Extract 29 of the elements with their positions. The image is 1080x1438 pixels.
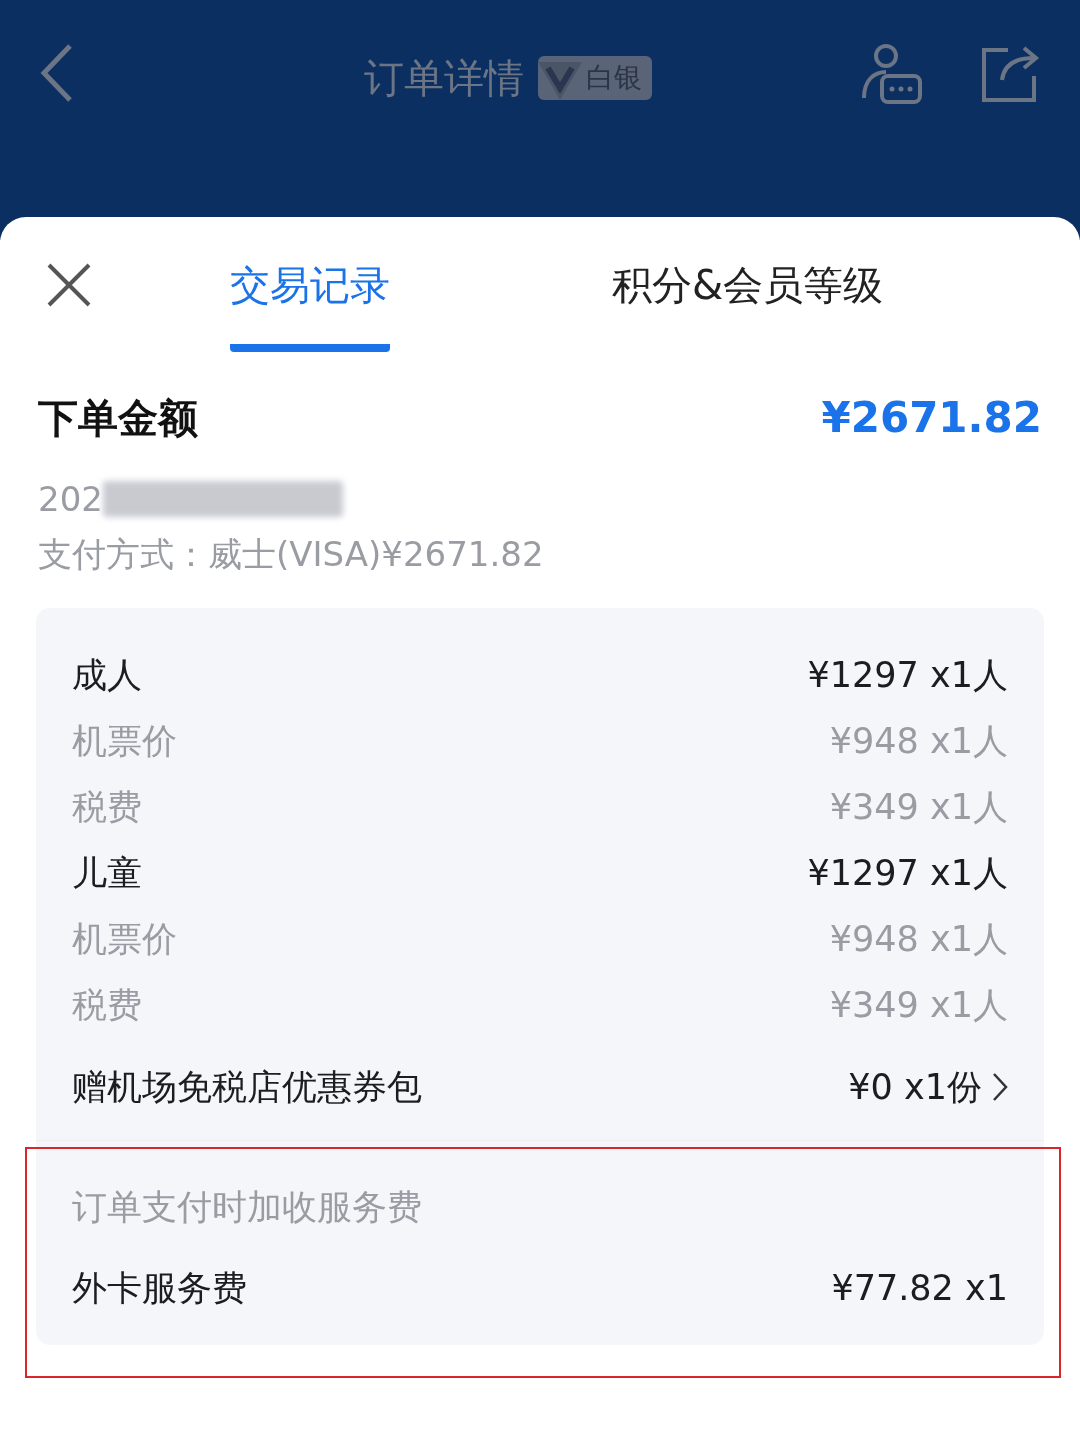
chevron-right-icon[interactable] [992, 1072, 1008, 1102]
item-label: 机票价 [72, 917, 177, 961]
item-price: ¥349 x1人 [829, 785, 1008, 829]
order-date: 202 [38, 477, 103, 521]
item-label: 成人 [72, 653, 142, 697]
item-label: 税费 [72, 983, 142, 1027]
order-amount: ¥2671.82 [821, 392, 1042, 444]
item-label: 机票价 [72, 719, 177, 763]
tab[interactable]: 积分&会员等级 [612, 217, 884, 352]
item-price: ¥349 x1人 [829, 983, 1008, 1027]
item-label: 儿童 [72, 851, 142, 895]
item-label: 赠机场免税店优惠券包 [72, 1065, 422, 1109]
item-label: 外卡服务费 [72, 1266, 247, 1310]
payment-method: 支付方式：威士(VISA)¥2671.82 [38, 533, 545, 576]
item-price: ¥948 x1人 [829, 719, 1008, 763]
fee-note: 订单支付时加收服务费 [72, 1185, 422, 1229]
customer-service-icon[interactable] [860, 42, 924, 106]
item-price: ¥1297 x1人 [807, 851, 1008, 895]
page-title: 订单详情 [364, 54, 524, 103]
item-price: ¥0 x1份 [848, 1065, 982, 1109]
item-price: ¥77.82 x1 [831, 1266, 1008, 1310]
item-label: 税费 [72, 785, 142, 829]
back-icon[interactable] [40, 42, 74, 104]
tab[interactable]: 交易记录 [230, 217, 390, 352]
share-icon[interactable] [980, 44, 1040, 104]
order-amount-label: 下单金额 [38, 393, 198, 443]
close-icon[interactable] [46, 261, 92, 308]
item-price: ¥948 x1人 [829, 917, 1008, 961]
item-price: ¥1297 x1人 [807, 653, 1008, 697]
